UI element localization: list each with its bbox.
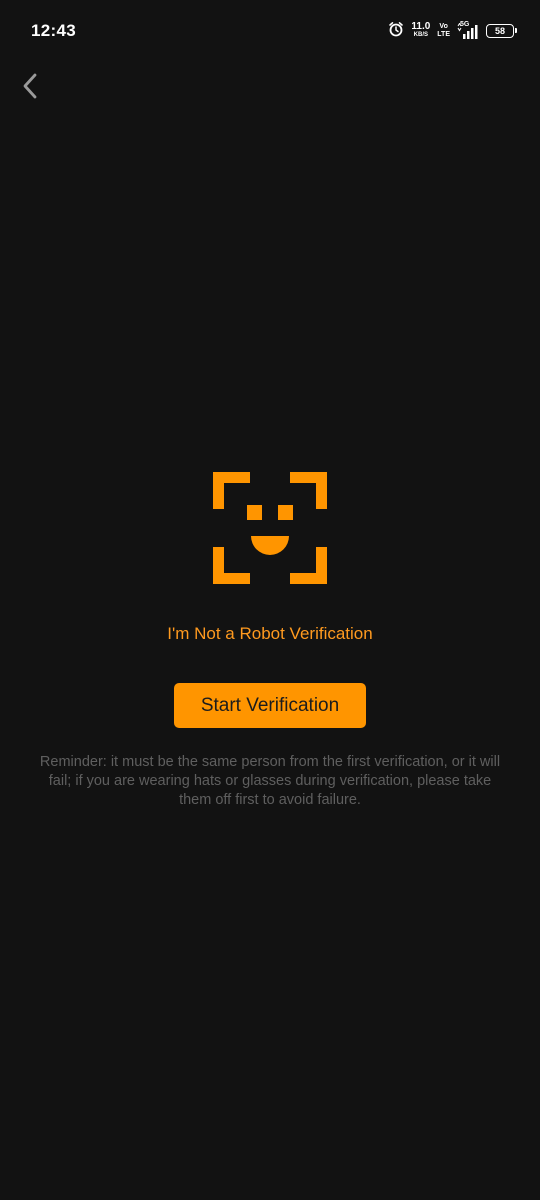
battery-icon: 58 <box>486 24 517 38</box>
face-scan-icon <box>213 472 327 584</box>
signal-icon: 5G <box>457 21 479 39</box>
chevron-left-icon <box>23 73 37 99</box>
alarm-icon <box>388 21 404 42</box>
network-speed-value: 11.0 <box>411 21 431 32</box>
reminder-text: Reminder: it must be the same person fro… <box>39 754 501 808</box>
verification-screen: 12:43 11.0 KB/S Vo LTE 5G 58 I'm Not a R… <box>0 0 540 1200</box>
network-speed-unit: KB/S <box>413 32 428 38</box>
volte-bottom-label: LTE <box>437 31 450 38</box>
volte-top-label: Vo <box>439 23 448 30</box>
verification-title: I'm Not a Robot Verification <box>167 624 373 643</box>
start-verification-button[interactable]: Start Verification <box>174 683 366 728</box>
back-button[interactable] <box>14 70 46 102</box>
network-speed: 11.0 KB/S <box>411 22 430 40</box>
battery-level: 58 <box>494 26 505 36</box>
status-time: 12:43 <box>31 21 76 40</box>
status-bar: 12:43 11.0 KB/S Vo LTE 5G 58 <box>0 0 540 62</box>
status-icons: 11.0 KB/S Vo LTE 5G 58 <box>388 20 517 42</box>
volte-icon: Vo LTE <box>437 23 450 39</box>
